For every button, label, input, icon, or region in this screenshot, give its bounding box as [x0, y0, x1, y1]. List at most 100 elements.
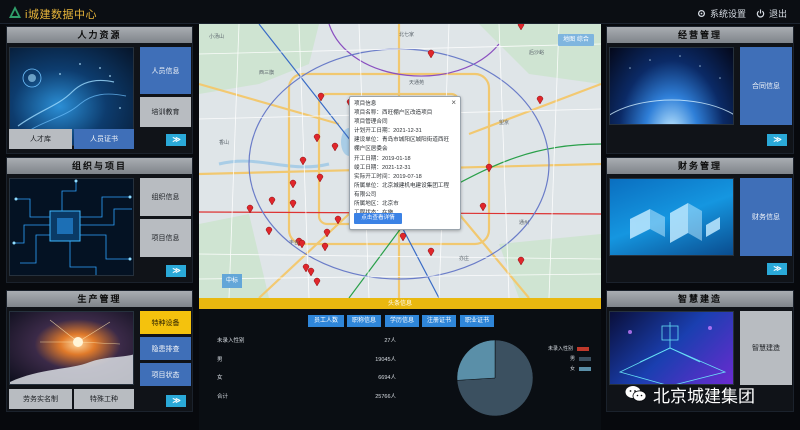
operations-panel-title: 经营管理 [607, 27, 793, 43]
info-panel-title: 头条信息 [199, 300, 601, 309]
svg-text:通州: 通州 [519, 219, 529, 226]
app-title: i城建数据中心 [25, 9, 97, 21]
labor-realname-button[interactable]: 劳务实名制 [9, 389, 72, 409]
production-hero-image [9, 311, 134, 385]
gender-pie-chart [456, 339, 534, 417]
svg-text:亦庄: 亦庄 [459, 255, 469, 262]
finance-hero-image [609, 178, 734, 256]
svg-text:后沙峪: 后沙峪 [529, 49, 544, 56]
view-details-button[interactable]: 点击查看详情 [354, 213, 402, 224]
map-badge: 中标 [222, 274, 242, 288]
popup-line: 建设单位：青岛市城阳区城阳街道西旺 [354, 137, 450, 144]
logout-button[interactable]: 退出 [756, 7, 787, 20]
legend-item: 女 [570, 365, 592, 372]
production-next-button[interactable]: ≫ [166, 395, 186, 407]
stat-value: 6694人 [378, 375, 396, 381]
popup-line: 项目信息 [354, 101, 377, 107]
project-popup: × 项目信息 项目名称：西旺棚户区改造项目 项目管理合同 计划开工日期：2021… [349, 96, 461, 230]
svg-text:望京: 望京 [499, 119, 509, 126]
org-panel: 组织与项目 组织信息 项目信息 ≫ [6, 157, 193, 283]
stat-value: 19045人 [375, 357, 396, 363]
popup-line: 实际开工时间：2019-07-18 [354, 173, 422, 180]
tile-org-info[interactable]: 组织信息 [140, 178, 191, 216]
tile-contract-info[interactable]: 合同信息 [740, 47, 792, 125]
close-icon[interactable]: × [451, 98, 456, 107]
hr-next-button[interactable]: ≫ [166, 134, 186, 146]
talent-pool-button[interactable]: 人才库 [9, 129, 72, 149]
svg-text:丰台: 丰台 [289, 239, 299, 246]
operations-next-button[interactable]: ≫ [767, 134, 787, 146]
stat-value: 27人 [384, 338, 396, 344]
tab-registered-cert[interactable]: 注册证书 [422, 315, 456, 327]
pie-slice-女 [456, 339, 496, 381]
logout-label: 退出 [769, 9, 788, 19]
org-next-button[interactable]: ≫ [166, 265, 186, 277]
legend-swatch [579, 366, 592, 371]
gear-icon [697, 9, 706, 18]
tile-finance-info[interactable]: 财务信息 [740, 178, 792, 256]
stat-label: 男 [217, 357, 223, 363]
tile-project-info[interactable]: 项目信息 [140, 219, 191, 257]
stat-label: 未录入性别 [217, 338, 245, 344]
popup-line: 所属单位：北京城建机电建设集团工程 [354, 182, 450, 189]
tile-project-status[interactable]: 项目状态 [140, 363, 191, 386]
legend-label: 女 [570, 366, 576, 372]
finance-next-button[interactable]: ≫ [767, 263, 787, 275]
legend-label: 男 [570, 356, 576, 362]
legend-label: 未录入性别 [548, 346, 574, 352]
tile-smart-build[interactable]: 智慧建造 [740, 311, 792, 385]
svg-text:天通苑: 天通苑 [409, 79, 424, 86]
stat-label: 女 [217, 375, 223, 381]
popup-line: 棚户区居委会 [354, 146, 388, 153]
tile-hazard-check[interactable]: 隐患排查 [140, 337, 191, 360]
production-panel: 生产管理 特种设备 隐患排查 项目状态 劳务实名制 特殊工种 ≫ [6, 290, 193, 412]
org-panel-title: 组织与项目 [7, 158, 192, 174]
legend-item: 男 [570, 355, 592, 362]
top-bar: i城建数据中心 系统设置 退出 [0, 0, 800, 24]
tab-title-info[interactable]: 职称信息 [347, 315, 381, 327]
smart-build-hero-image [609, 311, 734, 385]
tile-special-equipment[interactable]: 特种设备 [140, 311, 191, 334]
hr-panel-title: 人力资源 [7, 27, 192, 43]
org-hero-image [9, 178, 134, 276]
watermark: 北京城建集团 [625, 384, 795, 407]
svg-text:西三旗: 西三旗 [259, 69, 274, 76]
legend-swatch [577, 346, 590, 351]
operations-panel: 经营管理 合同信息 ≫ [606, 26, 794, 154]
settings-button[interactable]: 系统设置 [697, 7, 746, 20]
svg-text:北七家: 北七家 [399, 31, 414, 38]
map-type-toggle[interactable]: 地图 综合 [558, 34, 594, 46]
watermark-text: 北京城建集团 [653, 386, 755, 407]
special-worker-button[interactable]: 特殊工种 [74, 389, 134, 409]
production-panel-title: 生产管理 [7, 291, 192, 307]
popup-line: 项目管理合同 [354, 119, 388, 126]
svg-text:小汤山: 小汤山 [209, 33, 224, 40]
finance-panel: 财务管理 财务信息 ≫ [606, 157, 794, 283]
stat-label: 合计 [217, 394, 229, 400]
tile-training[interactable]: 培训教育 [140, 97, 191, 127]
popup-line: 所属地区：北京市 [354, 201, 399, 208]
tile-staff-info[interactable]: 人员信息 [140, 47, 191, 94]
stat-value: 25766人 [375, 394, 396, 400]
power-icon [756, 9, 765, 18]
smart-build-panel-title: 智慧建造 [607, 291, 793, 307]
finance-panel-title: 财务管理 [607, 158, 793, 174]
operations-hero-image [609, 47, 734, 125]
tab-professional-cert[interactable]: 职业证书 [460, 315, 494, 327]
settings-label: 系统设置 [710, 9, 747, 19]
svg-text:香山: 香山 [219, 139, 229, 146]
legend-swatch [579, 356, 592, 361]
wechat-icon [625, 386, 647, 402]
logo-icon [9, 6, 21, 18]
staff-cert-button[interactable]: 人员证书 [74, 129, 134, 149]
popup-line: 开工日期：2019-01-18 [354, 155, 411, 162]
headline-info-panel: 头条信息 员工人数 职称信息 学历信息 注册证书 职业证书 未录入性别 27人 … [199, 298, 601, 430]
popup-line: 有限公司 [354, 191, 377, 198]
popup-line: 计划开工日期：2021-12-31 [354, 128, 422, 135]
tab-staff-count[interactable]: 员工人数 [308, 315, 344, 327]
popup-line: 项目名称：西旺棚户区改造项目 [354, 110, 433, 117]
popup-line: 竣工日期：2021-12-31 [354, 164, 411, 171]
hr-panel: 人力资源 人员信息 培训教育 人才库 人员证书 ≫ [6, 26, 193, 154]
legend-item: 未录入性别 [548, 345, 590, 352]
tab-education-info[interactable]: 学历信息 [385, 315, 419, 327]
